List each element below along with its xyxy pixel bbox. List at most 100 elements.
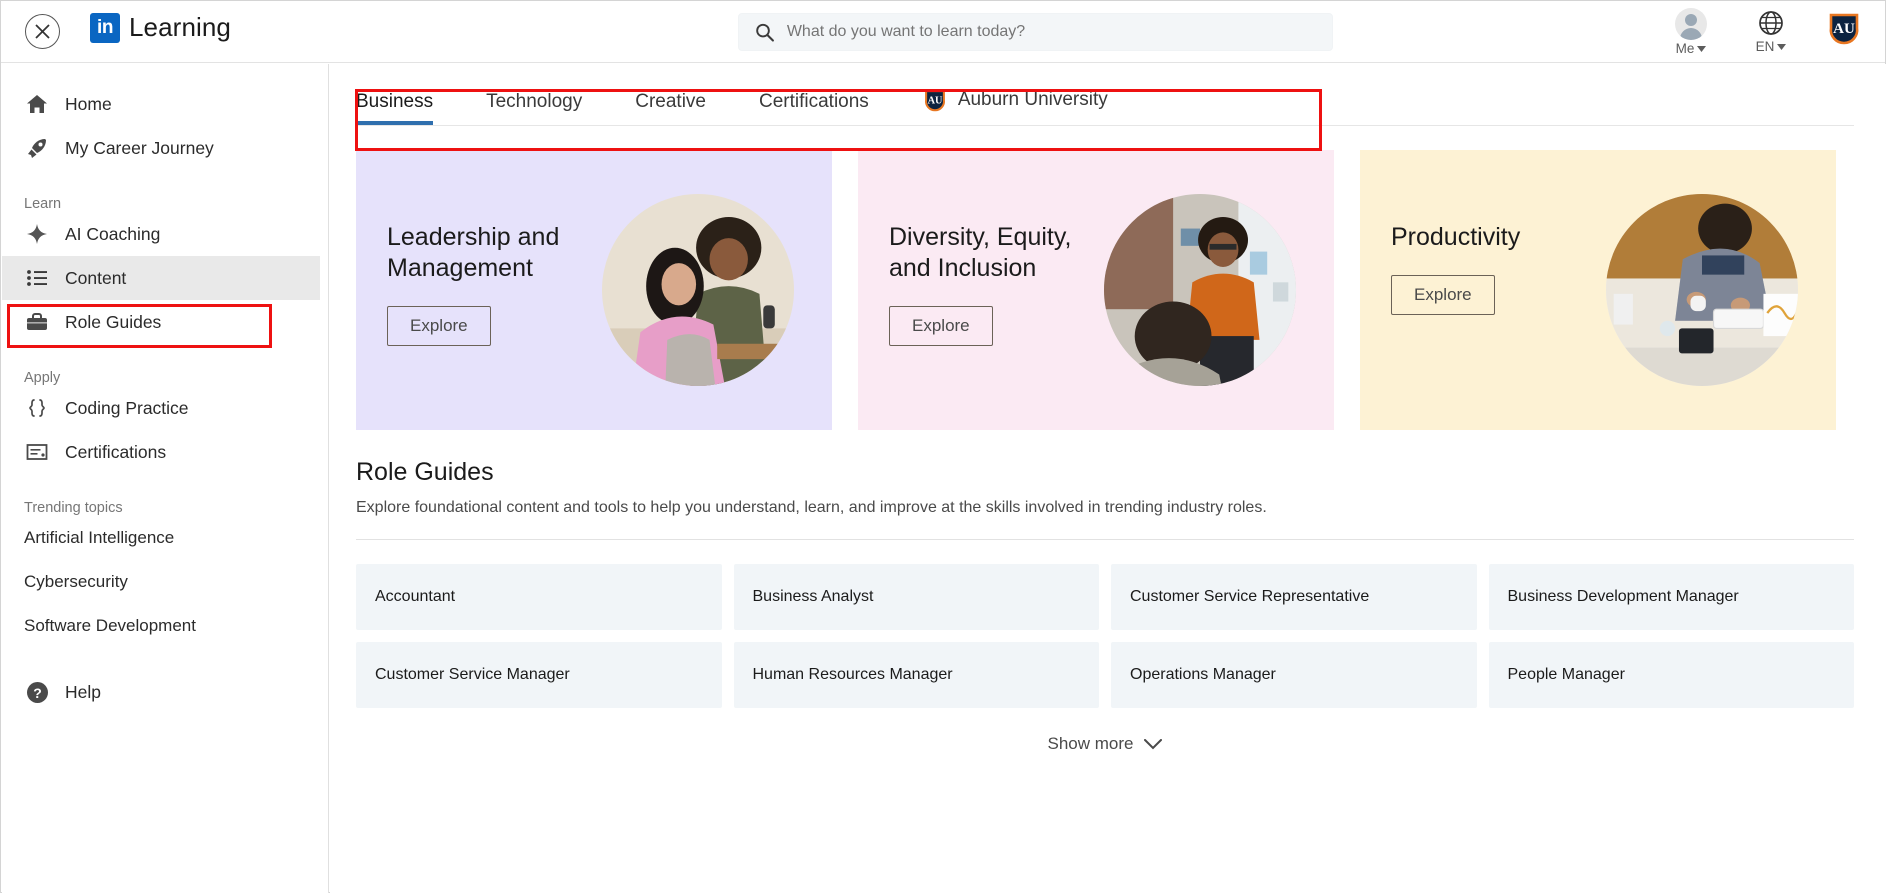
card-title: Productivity — [1391, 222, 1611, 253]
feature-card-diversity-equity-and-inclusion[interactable]: Diversity, Equity, and Inclusion Explore — [858, 150, 1334, 430]
tab-technology[interactable]: Technology — [486, 91, 582, 125]
sidebar-item-label: Certifications — [65, 442, 166, 463]
explore-button[interactable]: Explore — [387, 306, 491, 346]
rocket-icon — [24, 137, 50, 159]
language-label: EN — [1756, 39, 1775, 54]
tab-auburn-university[interactable]: AU Auburn University — [922, 87, 1108, 125]
sidebar-item-certifications[interactable]: Certifications — [2, 430, 320, 474]
sidebar-item-role-guides[interactable]: Role Guides — [2, 300, 320, 344]
sidebar-section-learn: Learn — [2, 184, 328, 212]
sidebar-item-home[interactable]: Home — [2, 82, 320, 126]
search-bar[interactable] — [738, 13, 1333, 51]
explore-button[interactable]: Explore — [1391, 275, 1495, 315]
role-guide-tile[interactable]: Accountant — [356, 564, 722, 630]
role-guide-tile[interactable]: People Manager — [1489, 642, 1855, 708]
role-guide-tile[interactable]: Operations Manager — [1111, 642, 1477, 708]
sidebar-item-label: Home — [65, 94, 112, 115]
sidebar-section-apply: Apply — [2, 358, 328, 386]
sidebar-item-content[interactable]: Content — [2, 256, 320, 300]
tab-label: Certifications — [759, 91, 869, 113]
card-photo-dei — [1104, 194, 1296, 386]
sidebar-item-label: Help — [65, 682, 101, 703]
feature-card-row: Leadership and Management Explore — [356, 150, 1886, 430]
me-label: Me — [1676, 41, 1695, 56]
tab-label: Technology — [486, 91, 582, 113]
card-body: Diversity, Equity, and Inclusion Explore — [889, 222, 1109, 346]
sidebar-section-trending-topics: Trending topics — [2, 488, 328, 516]
tab-business[interactable]: Business — [356, 91, 433, 125]
app-title: Learning — [129, 12, 231, 43]
auburn-logo-button[interactable]: AU — [1825, 9, 1863, 52]
main-content: Business Technology Creative Certificati… — [330, 64, 1886, 893]
show-more-label: Show more — [1048, 734, 1134, 754]
close-icon — [33, 22, 52, 41]
search-icon — [755, 22, 775, 43]
language-label-row: EN — [1756, 39, 1787, 54]
feature-card-leadership-and-management[interactable]: Leadership and Management Explore — [356, 150, 832, 430]
svg-text:AU: AU — [927, 95, 942, 106]
home-icon — [24, 93, 50, 115]
card-body: Productivity Explore — [1391, 222, 1611, 315]
auburn-logo-icon: AU — [922, 87, 948, 113]
braces-icon — [24, 397, 50, 419]
avatar — [1675, 8, 1707, 40]
role-guide-tile[interactable]: Customer Service Representative — [1111, 564, 1477, 630]
language-menu[interactable]: EN — [1745, 5, 1797, 54]
sidebar-item-label: My Career Journey — [65, 138, 214, 159]
role-guide-tile[interactable]: Customer Service Manager — [356, 642, 722, 708]
card-title: Diversity, Equity, and Inclusion — [889, 222, 1109, 284]
svg-text:AU: AU — [1833, 21, 1855, 37]
sidebar-topic-artificial-intelligence[interactable]: Artificial Intelligence — [2, 516, 328, 560]
chevron-down-icon — [1697, 46, 1706, 52]
chevron-down-icon — [1144, 739, 1162, 750]
certificate-icon — [24, 441, 50, 463]
tab-label: Auburn University — [958, 89, 1108, 111]
close-button[interactable] — [25, 14, 60, 49]
explore-button[interactable]: Explore — [889, 306, 993, 346]
role-guides-grid: Accountant Business Analyst Customer Ser… — [356, 564, 1854, 708]
briefcase-icon — [24, 311, 50, 333]
sidebar-item-label: Coding Practice — [65, 398, 189, 419]
feature-card-productivity[interactable]: Productivity Explore — [1360, 150, 1836, 430]
card-photo-leadership — [602, 194, 794, 386]
card-title: Leadership and Management — [387, 222, 607, 284]
svg-text:?: ? — [33, 685, 42, 701]
header-actions: Me EN — [1665, 5, 1863, 56]
chevron-down-icon — [1777, 44, 1786, 50]
sidebar-item-label: Role Guides — [65, 312, 161, 333]
category-tab-bar: Business Technology Creative Certificati… — [356, 64, 1854, 126]
card-body: Leadership and Management Explore — [387, 222, 607, 346]
app-header: in Learning Me — [1, 1, 1885, 63]
sidebar-topic-software-development[interactable]: Software Development — [2, 604, 328, 648]
me-label-row: Me — [1676, 41, 1707, 56]
role-guide-tile[interactable]: Business Development Manager — [1489, 564, 1855, 630]
me-menu[interactable]: Me — [1665, 5, 1717, 56]
question-circle-icon: ? — [24, 681, 50, 704]
show-more-button[interactable]: Show more — [356, 734, 1854, 754]
tab-label: Creative — [635, 91, 706, 113]
role-guide-tile[interactable]: Business Analyst — [734, 564, 1100, 630]
linkedin-learning-window: in Learning Me — [0, 0, 1886, 893]
card-photo-productivity — [1606, 194, 1798, 386]
sidebar-nav: Home My Career Journey Learn AI Coaching — [2, 64, 329, 893]
role-guides-section: Role Guides Explore foundational content… — [356, 458, 1854, 754]
sidebar-item-help[interactable]: ? Help — [2, 670, 320, 714]
linkedin-logo-icon: in — [90, 13, 120, 43]
tab-label: Business — [356, 91, 433, 113]
role-guides-title: Role Guides — [356, 458, 1854, 487]
search-input[interactable] — [787, 23, 1316, 41]
role-guides-description: Explore foundational content and tools t… — [356, 499, 1854, 517]
tab-creative[interactable]: Creative — [635, 91, 706, 125]
sparkle-icon — [24, 223, 50, 245]
auburn-logo-icon: AU — [1825, 9, 1863, 47]
list-icon — [24, 267, 50, 289]
role-guide-tile[interactable]: Human Resources Manager — [734, 642, 1100, 708]
divider — [356, 539, 1854, 540]
sidebar-item-my-career-journey[interactable]: My Career Journey — [2, 126, 320, 170]
brand-logo[interactable]: in Learning — [90, 12, 231, 43]
sidebar-item-ai-coaching[interactable]: AI Coaching — [2, 212, 320, 256]
sidebar-item-coding-practice[interactable]: Coding Practice — [2, 386, 320, 430]
sidebar-topic-cybersecurity[interactable]: Cybersecurity — [2, 560, 328, 604]
tab-certifications[interactable]: Certifications — [759, 91, 869, 125]
sidebar-item-label: Content — [65, 268, 126, 289]
